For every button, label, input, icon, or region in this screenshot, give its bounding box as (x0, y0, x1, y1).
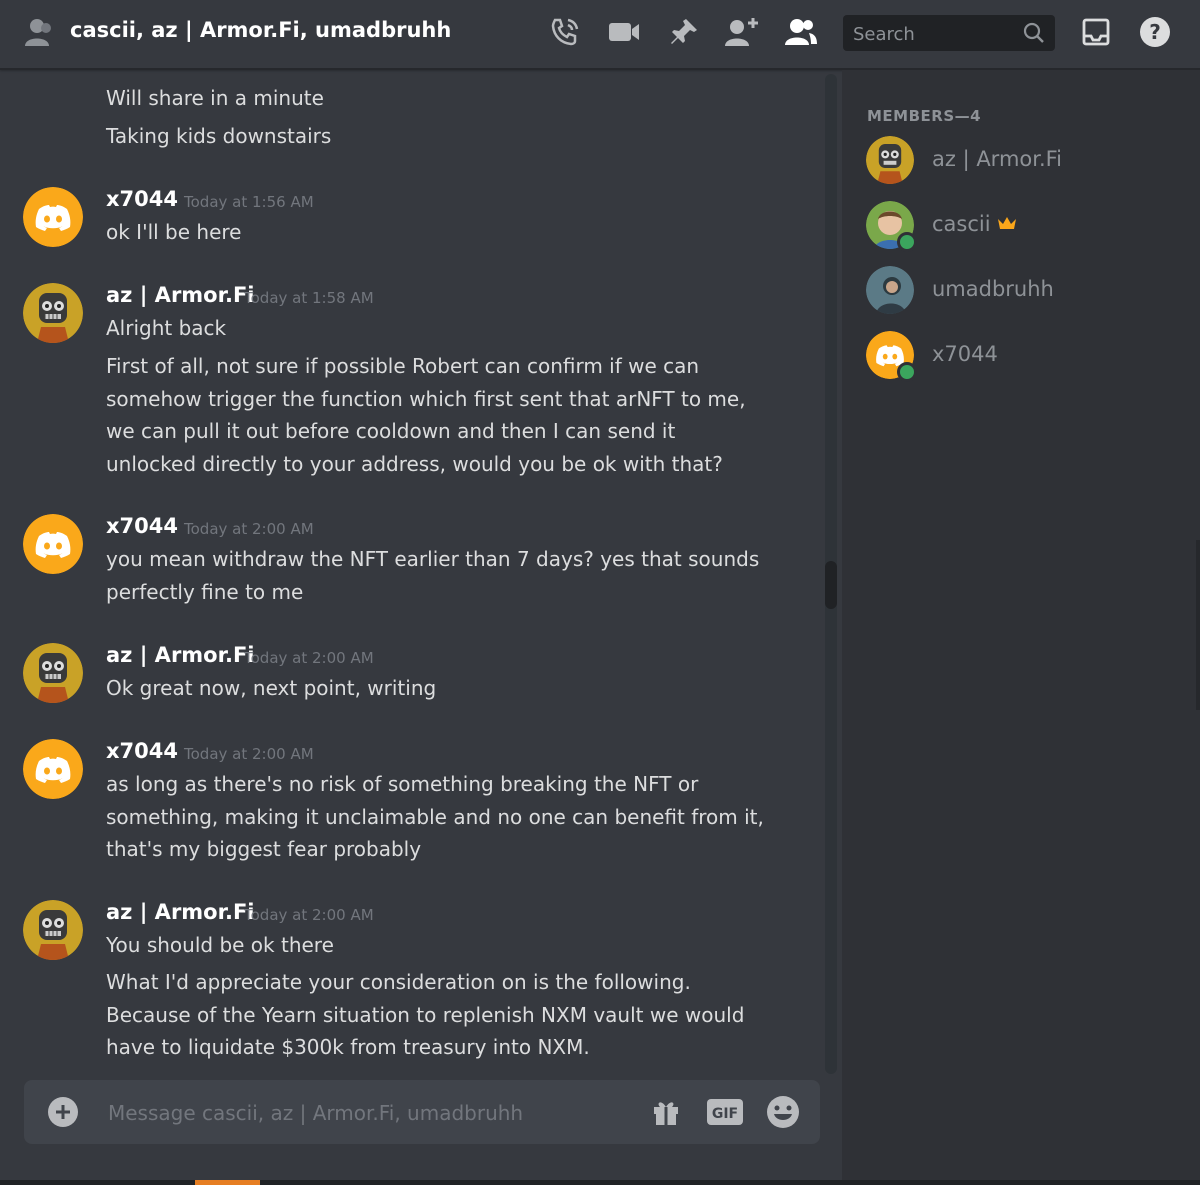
message-text: perfectly fine to me (106, 580, 304, 604)
message-text: What I'd appreciate your consideration o… (106, 970, 691, 994)
message-text: Taking kids downstairs (106, 124, 332, 148)
user-photo-icon (866, 266, 914, 314)
people-icon (24, 18, 56, 48)
gif-label: GIF (712, 1106, 738, 1122)
message-text: Ok great now, next point, writing (106, 676, 437, 700)
avatar (866, 136, 914, 184)
robot-avatar-icon (866, 136, 914, 184)
robot-avatar-icon (23, 643, 83, 703)
message-timestamp: Today at 2:00 AM (184, 745, 314, 763)
message-text: First of all, not sure if possible Rober… (106, 354, 700, 378)
message-text: Will share in a minute (106, 86, 324, 110)
message-text: as long as there's no risk of something … (106, 772, 699, 796)
member-name: cascii (932, 212, 1017, 236)
member-item[interactable]: x7044 (866, 331, 1186, 385)
avatar[interactable] (23, 283, 83, 343)
member-name: x7044 (932, 342, 998, 366)
message-text: Because of the Yearn situation to replen… (106, 1003, 745, 1027)
message-text: have to liquidate $300k from treasury in… (106, 1035, 590, 1059)
message-author[interactable]: az | Armor.Fi (106, 643, 255, 667)
message-text: Alright back (106, 316, 227, 340)
channel-header: cascii, az | Armor.Fi, umadbruhh ? (0, 0, 1200, 70)
member-name: umadbruhh (932, 277, 1054, 301)
avatar[interactable] (23, 514, 83, 574)
search-bar[interactable] (843, 15, 1055, 51)
attach-plus-icon[interactable] (48, 1097, 78, 1127)
avatar (866, 266, 914, 314)
message-text: ok I'll be here (106, 220, 242, 244)
emoji-icon[interactable] (765, 1094, 801, 1130)
members-icon[interactable] (783, 14, 819, 50)
inbox-icon[interactable] (1078, 14, 1114, 50)
robot-avatar-icon (23, 283, 83, 343)
help-icon[interactable]: ? (1137, 14, 1173, 50)
message-text: that's my biggest fear probably (106, 837, 422, 861)
search-input[interactable] (851, 21, 1015, 47)
pin-icon[interactable] (666, 14, 702, 50)
scrollbar-thumb[interactable] (825, 561, 837, 609)
add-friend-icon[interactable] (724, 14, 760, 50)
taskbar-strip (0, 1180, 1200, 1185)
message-text: you mean withdraw the NFT earlier than 7… (106, 547, 760, 571)
avatar[interactable] (23, 643, 83, 703)
channel-title: cascii, az | Armor.Fi, umadbruhh (70, 18, 452, 42)
message-author[interactable]: x7044 (106, 739, 178, 763)
search-icon[interactable] (1023, 22, 1045, 48)
message-timestamp: Today at 1:56 AM (184, 193, 314, 211)
discord-logo-icon (23, 514, 83, 574)
message-timestamp: Today at 2:00 AM (244, 649, 374, 667)
message-text: we can pull it out before cooldown and t… (106, 419, 676, 443)
message-timestamp: Today at 2:00 AM (244, 906, 374, 924)
gift-icon[interactable] (648, 1094, 684, 1130)
message-author[interactable]: az | Armor.Fi (106, 283, 255, 307)
message-text: You should be ok there (106, 933, 334, 957)
message-text: something, making it unclaimable and no … (106, 805, 764, 829)
discord-logo-icon (23, 739, 83, 799)
online-status-icon (897, 362, 917, 382)
member-item[interactable]: cascii (866, 201, 1186, 255)
crown-icon (998, 217, 1017, 229)
svg-text:?: ? (1149, 20, 1161, 44)
members-heading: MEMBERS—4 (867, 107, 982, 125)
phone-call-icon[interactable] (547, 14, 583, 50)
taskbar-accent (195, 1180, 260, 1185)
video-camera-icon[interactable] (606, 14, 642, 50)
member-item[interactable]: az | Armor.Fi (866, 136, 1186, 190)
window-edge (1196, 540, 1200, 710)
member-item[interactable]: umadbruhh (866, 266, 1186, 320)
avatar[interactable] (23, 187, 83, 247)
message-input[interactable] (106, 1098, 610, 1128)
member-list: MEMBERS—4 az | Armor.Fi cascii umadbruhh… (842, 70, 1200, 1180)
member-name: az | Armor.Fi (932, 147, 1063, 171)
avatar[interactable] (23, 739, 83, 799)
message-timestamp: Today at 1:58 AM (244, 289, 374, 307)
discord-logo-icon (23, 187, 83, 247)
message-list[interactable]: Will share in a minute Taking kids downs… (0, 70, 840, 1077)
gif-button[interactable]: GIF (707, 1094, 743, 1130)
message-composer[interactable]: GIF (24, 1080, 820, 1144)
online-status-icon (897, 232, 917, 252)
message-text: unlocked directly to your address, would… (106, 452, 723, 476)
message-author[interactable]: az | Armor.Fi (106, 900, 255, 924)
message-timestamp: Today at 2:00 AM (184, 520, 314, 538)
avatar[interactable] (23, 900, 83, 960)
message-author[interactable]: x7044 (106, 514, 178, 538)
message-author[interactable]: x7044 (106, 187, 178, 211)
robot-avatar-icon (23, 900, 83, 960)
message-text: somehow trigger the function which first… (106, 387, 746, 411)
